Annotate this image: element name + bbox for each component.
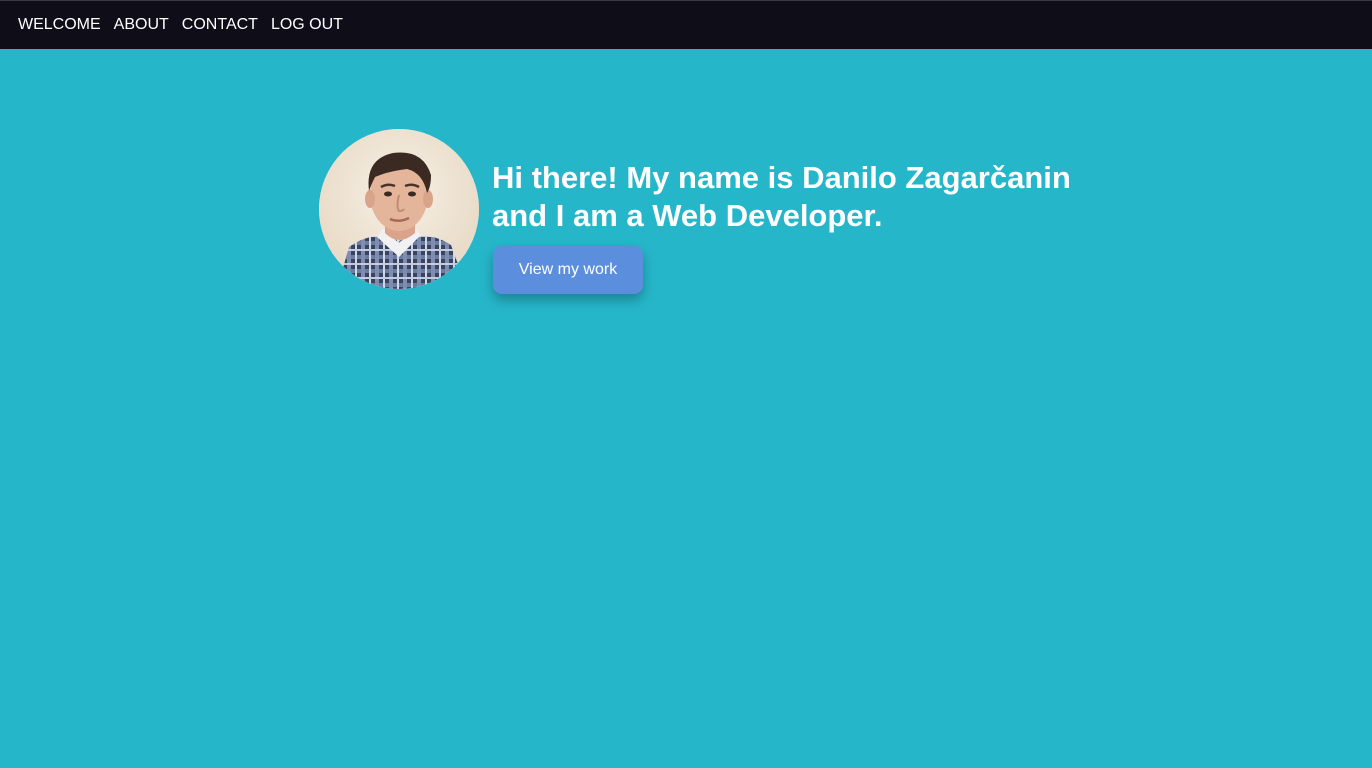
headline-line-1: Hi there! My name is Danilo Zagarčanin bbox=[492, 160, 1071, 195]
nav-about-link[interactable]: ABOUT bbox=[114, 16, 169, 34]
headline-line-2: and I am a Web Developer. bbox=[492, 198, 883, 233]
page-title: Hi there! My name is Danilo Zagarčanin a… bbox=[492, 159, 1092, 235]
top-navigation: WELCOME ABOUT CONTACT LOG OUT bbox=[0, 0, 1372, 49]
nav-welcome-link[interactable]: WELCOME bbox=[18, 16, 101, 34]
nav-logout-link[interactable]: LOG OUT bbox=[271, 16, 343, 34]
avatar-photo-icon bbox=[319, 129, 479, 289]
nav-contact-link[interactable]: CONTACT bbox=[182, 16, 258, 34]
hero-text: Hi there! My name is Danilo Zagarčanin a… bbox=[492, 159, 1092, 294]
avatar bbox=[319, 129, 479, 289]
hero-section: Hi there! My name is Danilo Zagarčanin a… bbox=[319, 129, 1092, 294]
view-my-work-button[interactable]: View my work bbox=[493, 246, 643, 294]
